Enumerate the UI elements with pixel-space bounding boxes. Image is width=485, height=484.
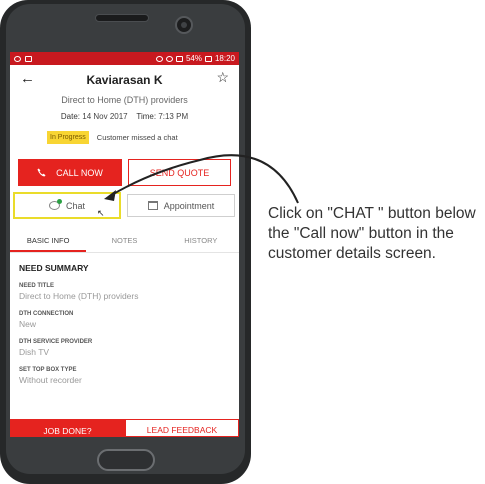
instruction-text: Click on "CHAT " button below the "Call … [268,205,476,262]
